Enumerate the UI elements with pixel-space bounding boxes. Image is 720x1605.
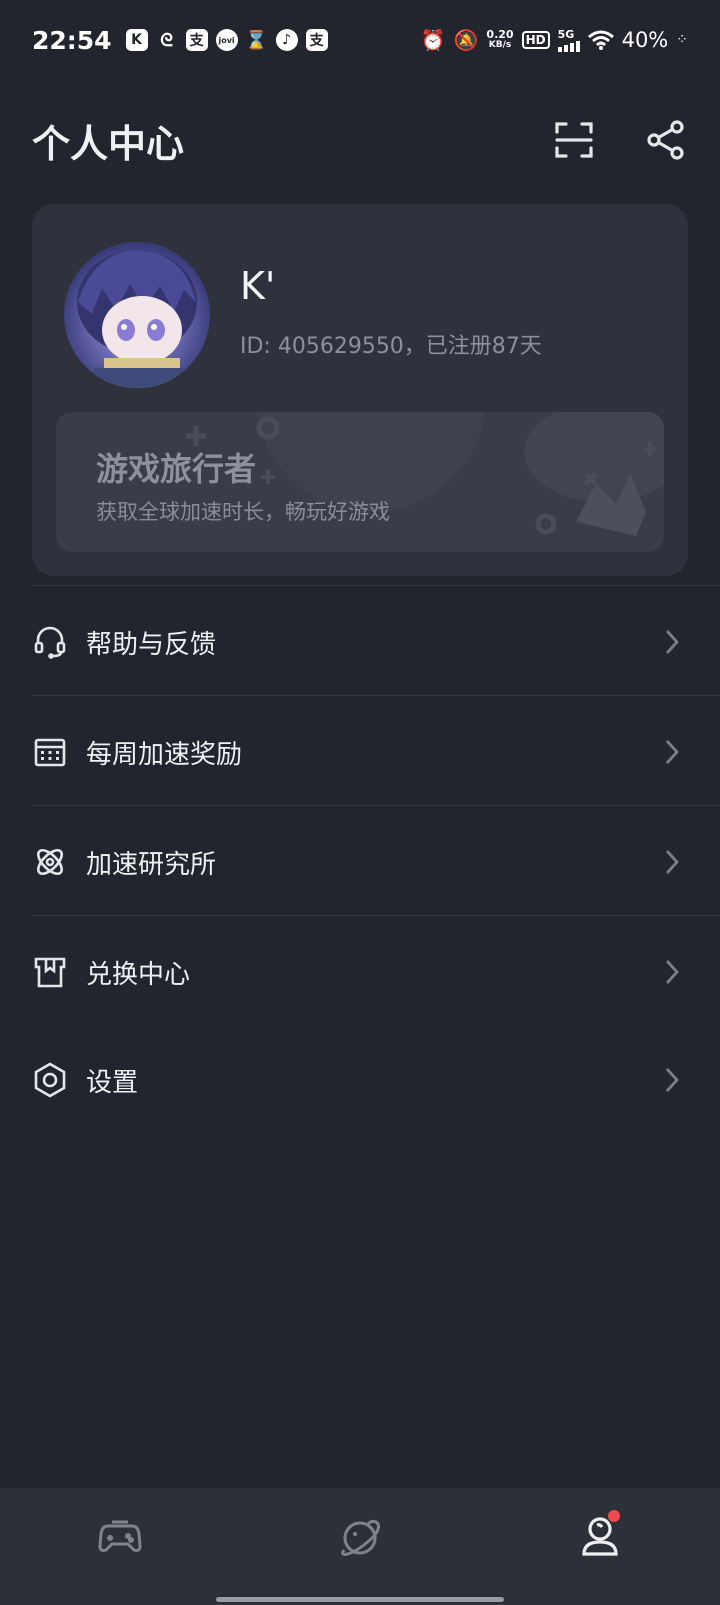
divider	[32, 695, 720, 696]
alarm-icon: ⏰	[420, 28, 446, 52]
mute-icon: 🔕	[453, 28, 479, 52]
notification-icons: K ᘓ 支 jovi ⌛ ♪ 支	[125, 29, 328, 51]
hd-badge: HD	[521, 31, 550, 49]
page-title: 个人中心	[32, 121, 185, 166]
avatar[interactable]	[64, 242, 210, 388]
nav-tab-explore[interactable]	[240, 1488, 480, 1605]
atom-icon	[32, 844, 68, 880]
status-bar: 22:54 K ᘓ 支 jovi ⌛ ♪ 支 ⏰ 🔕 0.20 KB/s HD …	[0, 0, 720, 80]
menu-item-settings[interactable]: 设置	[0, 1026, 720, 1134]
signal-icon	[557, 40, 580, 52]
signal-5g: 5G	[557, 27, 580, 52]
chevron-right-icon	[660, 736, 684, 768]
chevron-right-icon	[660, 956, 684, 988]
menu-item-redeem-center[interactable]: 兑换中心	[0, 918, 720, 1026]
status-time: 22:54	[32, 25, 112, 55]
net-speed: 0.20 KB/s	[486, 29, 513, 51]
alipay-icon-2: 支	[305, 29, 328, 51]
menu-label: 兑换中心	[86, 959, 191, 990]
share-icon	[647, 120, 684, 160]
alipay-icon: 支	[185, 29, 208, 51]
gift-box-icon	[32, 954, 68, 990]
menu-label: 设置	[86, 1067, 139, 1098]
planet-icon	[341, 1519, 381, 1556]
system-status-icons: ⏰ 🔕 0.20 KB/s HD 5G 40% ⁘	[421, 28, 688, 52]
bottom-nav	[0, 1488, 720, 1605]
wifi-icon	[587, 30, 614, 50]
chevron-right-icon	[660, 846, 684, 878]
k-app-icon: K	[125, 29, 148, 51]
headset-icon	[32, 624, 68, 660]
avatar-illustration	[77, 250, 197, 388]
net-speed-value: 0.20	[486, 28, 514, 41]
menu-item-help-feedback[interactable]: 帮助与反馈	[0, 588, 720, 696]
nav-tab-games[interactable]	[0, 1488, 240, 1605]
menu-label: 加速研究所	[86, 849, 217, 880]
network-type: 5G	[557, 27, 575, 41]
user-icon	[582, 1517, 618, 1556]
user-id-and-age: ID: 405629550，已注册87天	[240, 334, 542, 359]
settings-icon	[32, 1062, 68, 1098]
scan-button[interactable]	[552, 118, 596, 162]
battery-level: 40%	[621, 28, 669, 52]
divider	[32, 805, 720, 806]
scan-icon	[555, 122, 593, 158]
menu-label: 每周加速奖励	[86, 739, 243, 770]
menu-label: 帮助与反馈	[86, 629, 217, 660]
membership-banner[interactable]: 游戏旅行者 获取全球加速时长，畅玩好游戏	[56, 412, 664, 552]
sparkle-icon: ⁘	[676, 32, 688, 48]
tier-subtitle: 获取全球加速时长，畅玩好游戏	[96, 500, 390, 524]
nav-tab-profile[interactable]	[480, 1488, 720, 1605]
share-button[interactable]	[644, 118, 688, 162]
divider	[32, 585, 720, 586]
chevron-right-icon	[660, 1064, 684, 1096]
username: K'	[240, 264, 276, 308]
netease-music-icon: ᘓ	[160, 29, 173, 51]
profile-card[interactable]: K' ID: 405629550，已注册87天 游戏旅行者 获取全球加速时长，畅…	[32, 204, 688, 576]
chevron-right-icon	[660, 626, 684, 658]
hourglass-icon: ⌛	[245, 29, 268, 51]
jovi-icon: jovi	[215, 29, 238, 51]
gamepad-icon	[98, 1520, 142, 1552]
notification-badge	[608, 1510, 620, 1522]
tier-title: 游戏旅行者	[96, 450, 257, 488]
calendar-icon	[32, 734, 68, 770]
net-speed-unit: KB/s	[488, 40, 512, 50]
audio-icon: ♪	[275, 29, 298, 51]
menu-item-weekly-reward[interactable]: 每周加速奖励	[0, 698, 720, 806]
home-indicator[interactable]	[216, 1597, 504, 1602]
header: 个人中心	[0, 100, 720, 180]
menu-item-lab[interactable]: 加速研究所	[0, 808, 720, 916]
divider	[32, 915, 720, 916]
